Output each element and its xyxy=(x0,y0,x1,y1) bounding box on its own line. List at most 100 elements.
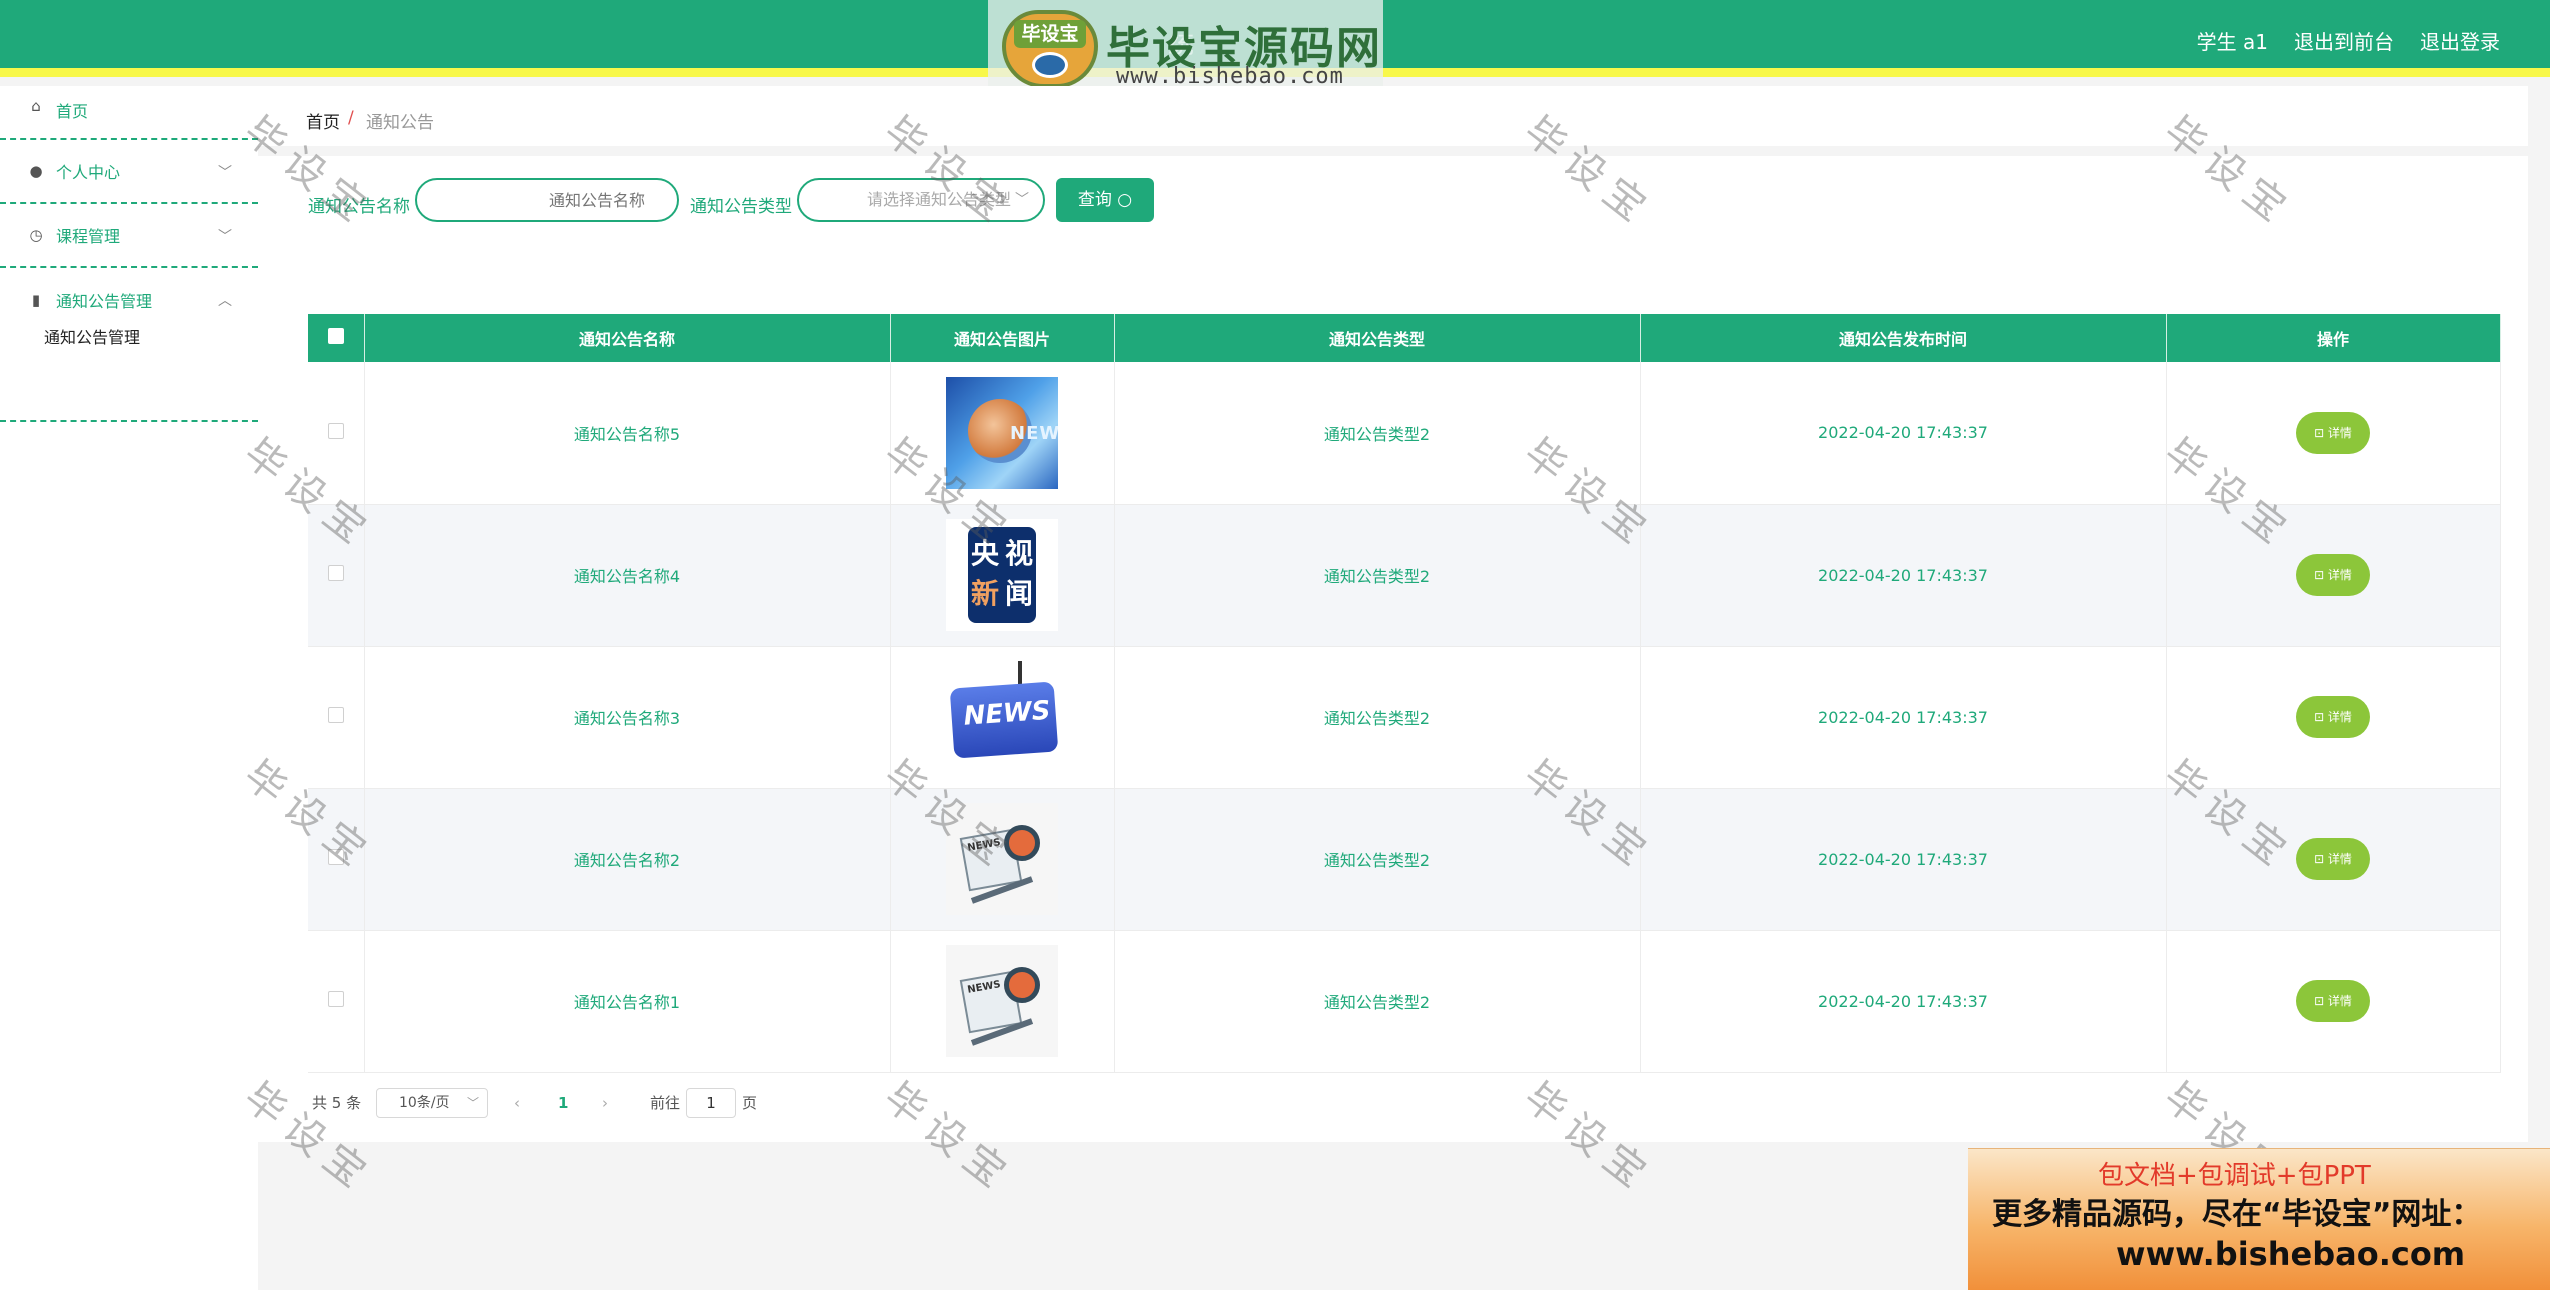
sidebar-item-label: 课程管理 xyxy=(56,227,121,246)
keyboard-key-shape: NEWS xyxy=(949,681,1058,759)
promo-banner: 包文档+包调试+包PPT 更多精品源码，尽在“毕设宝”网址： www.bishe… xyxy=(1968,1148,2550,1290)
sidebar-item-home[interactable]: ⌂ 首页 xyxy=(0,86,258,140)
select-all-checkbox[interactable] xyxy=(327,328,344,344)
notice-time-cell: 2022-04-20 17:43:37 xyxy=(1640,646,2167,789)
bar-chart-icon: ▮ xyxy=(31,291,41,309)
news-key-image: NEWS xyxy=(946,661,1058,773)
sidebar-submenu: 通知公告管理 xyxy=(0,328,258,422)
notice-name-cell: 通知公告名称1 xyxy=(364,930,891,1073)
notice-time-cell: 2022-04-20 17:43:37 xyxy=(1640,504,2167,647)
magnifier-shape xyxy=(1004,967,1040,1003)
compass-icon: ◷ xyxy=(29,226,43,244)
name-filter-label: 通知公告名称 xyxy=(308,197,410,217)
page-suffix-label: 页 xyxy=(742,1094,758,1112)
sidebar-item-label: 首页 xyxy=(56,102,89,121)
actions-cell: ⊡ 详情 xyxy=(2166,930,2501,1073)
row-checkbox[interactable] xyxy=(327,991,344,1007)
home-icon: ⌂ xyxy=(31,97,41,115)
notice-name-cell: 通知公告名称3 xyxy=(364,646,891,789)
notice-type-cell: 通知公告类型2 xyxy=(1114,788,1641,931)
news-globe-image: NEWS xyxy=(946,376,1058,489)
site-logo-watermark: 统 毕设宝 毕设宝源码网 www.bishebao.com xyxy=(988,0,1383,94)
type-select[interactable]: 请选择通知公告类型 ﹀ xyxy=(797,178,1045,222)
breadcrumb-home-link[interactable]: 首页 xyxy=(306,108,340,133)
table-row: 通知公告名称4 央 视 新 闻 通知公告类型2 2022-04-20 17:43… xyxy=(308,504,2501,647)
promo-line-3: www.bishebao.com xyxy=(2116,1235,2466,1273)
logo-badge-text: 毕设宝 xyxy=(1014,20,1086,48)
logo-eye-shape xyxy=(1032,52,1068,78)
promo-line-2: 更多精品源码，尽在“毕设宝”网址： xyxy=(1992,1197,2482,1232)
notice-name-cell: 通知公告名称2 xyxy=(364,788,891,931)
sidebar-item-course-management[interactable]: ◷ 课程管理 ﹀ xyxy=(0,204,258,268)
table-header-row: 通知公告名称 通知公告图片 通知公告类型 通知公告发布时间 操作 xyxy=(308,314,2501,362)
detail-button[interactable]: ⊡ 详情 xyxy=(2296,838,2370,880)
goto-page-input[interactable] xyxy=(686,1088,736,1118)
row-checkbox[interactable] xyxy=(327,707,344,723)
row-select-cell xyxy=(308,504,365,647)
notice-type-cell: 通知公告类型2 xyxy=(1114,504,1641,647)
chevron-down-icon: ﹀ xyxy=(466,1096,479,1110)
chevron-down-icon: ﹀ xyxy=(218,229,232,245)
row-select-cell xyxy=(308,930,365,1073)
column-header: 通知公告名称 xyxy=(364,314,891,362)
table-row: 通知公告名称2 NEWS 通知公告类型2 2022-04-20 17:43:37… xyxy=(308,788,2501,931)
notice-image-cell: NEWS xyxy=(890,362,1115,505)
row-checkbox[interactable] xyxy=(327,565,344,581)
notice-type-cell: 通知公告类型2 xyxy=(1114,930,1641,1073)
row-select-cell xyxy=(308,646,365,789)
thumb-text: NEWS xyxy=(962,695,1052,732)
detail-button[interactable]: ⊡ 详情 xyxy=(2296,696,2370,738)
actions-cell: ⊡ 详情 xyxy=(2166,504,2501,647)
table-row: 通知公告名称1 NEWS 通知公告类型2 2022-04-20 17:43:37… xyxy=(308,930,2501,1073)
current-user-label: 学生 a1 xyxy=(2196,30,2268,54)
next-page-button[interactable]: › xyxy=(602,1088,608,1118)
row-checkbox[interactable] xyxy=(327,422,344,439)
logout-link[interactable]: 退出登录 xyxy=(2420,26,2500,55)
user-nav: 学生 a1 退出到前台 退出登录 xyxy=(2197,26,2500,55)
logo-box: 央 视 新 闻 xyxy=(968,527,1036,623)
thumb-text: NEWS xyxy=(1010,422,1058,444)
notice-image-cell: NEWS xyxy=(890,930,1115,1073)
name-search-input[interactable] xyxy=(415,178,679,222)
logo-char: 央 xyxy=(970,537,999,570)
exit-to-frontend-link[interactable]: 退出到前台 xyxy=(2294,26,2394,55)
notice-name-cell: 通知公告名称5 xyxy=(364,362,891,505)
thumb-text: NEWS xyxy=(966,837,1002,854)
logo-char: 闻 xyxy=(1004,577,1033,610)
select-all-cell xyxy=(308,314,365,362)
logo-char: 视 xyxy=(1004,537,1033,570)
newspaper-magnifier-image: NEWS xyxy=(946,945,1058,1057)
breadcrumb: 首页 / 通知公告 xyxy=(258,86,2528,146)
breadcrumb-separator: / xyxy=(348,108,354,128)
row-select-cell xyxy=(308,788,365,931)
type-select-placeholder: 请选择通知公告类型 xyxy=(867,190,1012,209)
sidebar-subitem-notice-management[interactable]: 通知公告管理 xyxy=(44,326,258,350)
promo-line-1: 包文档+包调试+包PPT xyxy=(2098,1161,2371,1191)
sidebar-item-notice-management[interactable]: ▮ 通知公告管理 ︿ xyxy=(0,268,258,332)
column-header: 通知公告类型 xyxy=(1114,314,1641,362)
detail-button[interactable]: ⊡ 详情 xyxy=(2296,411,2370,454)
prev-page-button[interactable]: ‹ xyxy=(514,1088,520,1118)
page-number-1[interactable]: 1 xyxy=(558,1088,568,1118)
chevron-down-icon: ﹀ xyxy=(218,165,232,181)
user-icon: ● xyxy=(29,162,43,180)
column-header: 通知公告发布时间 xyxy=(1640,314,2167,362)
detail-button[interactable]: ⊡ 详情 xyxy=(2296,554,2370,596)
notice-type-cell: 通知公告类型2 xyxy=(1114,646,1641,789)
magnifier-shape xyxy=(1004,825,1040,861)
query-button[interactable]: 查询 ○ xyxy=(1056,178,1154,222)
notice-name-cell: 通知公告名称4 xyxy=(364,504,891,647)
search-bar: 通知公告名称 通知公告类型 请选择通知公告类型 ﹀ 查询 ○ xyxy=(308,178,1208,224)
notice-image-cell: 央 视 新 闻 xyxy=(890,504,1115,647)
notice-time-cell: 2022-04-20 17:43:37 xyxy=(1640,362,2167,505)
notice-time-cell: 2022-04-20 17:43:37 xyxy=(1640,930,2167,1073)
logo-char: 新 xyxy=(970,577,999,610)
page-size-select[interactable]: 10条/页 ﹀ xyxy=(376,1088,488,1118)
logo-badge-icon: 毕设宝 xyxy=(1002,10,1098,88)
table-row: 通知公告名称3 NEWS 通知公告类型2 2022-04-20 17:43:37… xyxy=(308,646,2501,789)
detail-button[interactable]: ⊡ 详情 xyxy=(2296,980,2370,1022)
row-checkbox[interactable] xyxy=(327,849,344,865)
sidebar: ⌂ 首页 ● 个人中心 ﹀ ◷ 课程管理 ﹀ ▮ 通知公告管理 ︿ 通知公告管理 xyxy=(0,86,258,1290)
notice-time-cell: 2022-04-20 17:43:37 xyxy=(1640,788,2167,931)
sidebar-item-personal-center[interactable]: ● 个人中心 ﹀ xyxy=(0,140,258,204)
